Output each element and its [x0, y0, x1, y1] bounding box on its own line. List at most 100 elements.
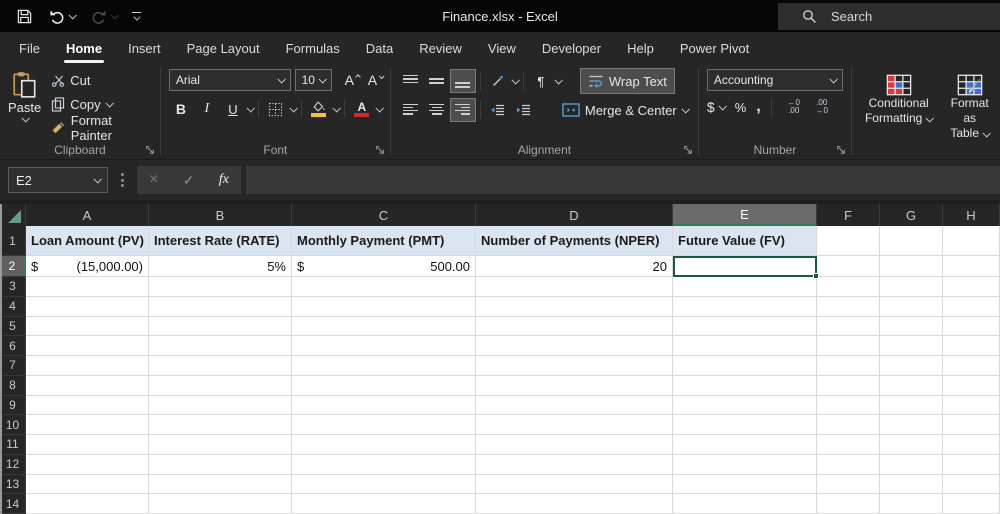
column-header-H[interactable]: H	[943, 204, 1000, 226]
tab-formulas[interactable]: Formulas	[273, 32, 353, 64]
cell-D12[interactable]	[476, 455, 673, 475]
orientation-button[interactable]	[486, 70, 510, 92]
cell-B10[interactable]	[149, 415, 292, 435]
tab-help[interactable]: Help	[614, 32, 667, 64]
cell-G5[interactable]	[880, 317, 943, 337]
tab-home[interactable]: Home	[53, 32, 115, 64]
orientation-dropdown-icon[interactable]	[511, 76, 519, 84]
cell-C1[interactable]: Monthly Payment (PMT)	[292, 226, 476, 256]
cell-D9[interactable]	[476, 396, 673, 416]
decrease-font-size-button[interactable]: A	[361, 72, 384, 88]
cell-E3[interactable]	[673, 277, 817, 297]
merge-center-button[interactable]: Merge & Center	[562, 103, 688, 118]
cell-C2[interactable]: $500.00	[292, 256, 476, 277]
cell-B11[interactable]	[149, 435, 292, 455]
cell-C3[interactable]	[292, 277, 476, 297]
decrease-indent-button[interactable]	[486, 99, 510, 121]
cell-E7[interactable]	[673, 356, 817, 376]
cell-D7[interactable]	[476, 356, 673, 376]
cell-C10[interactable]	[292, 415, 476, 435]
text-direction-button[interactable]: ¶	[529, 70, 553, 92]
cell-G3[interactable]	[880, 277, 943, 297]
cell-G7[interactable]	[880, 356, 943, 376]
align-left-button[interactable]	[399, 99, 423, 121]
formula-input[interactable]	[246, 166, 1000, 194]
column-header-A[interactable]: A	[26, 204, 149, 226]
increase-indent-button[interactable]	[512, 99, 536, 121]
cell-G2[interactable]	[880, 256, 943, 277]
tab-power-pivot[interactable]: Power Pivot	[667, 32, 762, 64]
row-header-11[interactable]: 11	[0, 435, 26, 455]
cell-C11[interactable]	[292, 435, 476, 455]
tab-data[interactable]: Data	[353, 32, 406, 64]
decrease-decimal-button[interactable]: .00 →0	[810, 99, 834, 115]
row-header-10[interactable]: 10	[0, 415, 26, 435]
cell-B7[interactable]	[149, 356, 292, 376]
cell-E12[interactable]	[673, 455, 817, 475]
cell-F7[interactable]	[817, 356, 880, 376]
tab-view[interactable]: View	[475, 32, 529, 64]
cell-A2[interactable]: $(15,000.00)	[26, 256, 149, 277]
cell-F4[interactable]	[817, 297, 880, 317]
cell-F10[interactable]	[817, 415, 880, 435]
cell-H1[interactable]	[943, 226, 1000, 256]
cell-C5[interactable]	[292, 317, 476, 337]
copy-button[interactable]: Copy	[51, 93, 154, 115]
cell-A7[interactable]	[26, 356, 149, 376]
cell-F1[interactable]	[817, 226, 880, 256]
cell-A9[interactable]	[26, 396, 149, 416]
cell-A1[interactable]: Loan Amount (PV)	[26, 226, 149, 256]
cell-A8[interactable]	[26, 376, 149, 396]
cell-E1[interactable]: Future Value (FV)	[673, 226, 817, 256]
merge-center-dropdown-icon[interactable]	[681, 105, 689, 113]
cell-D10[interactable]	[476, 415, 673, 435]
italic-button[interactable]: I	[195, 98, 219, 120]
cell-H11[interactable]	[943, 435, 1000, 455]
format-painter-button[interactable]: Format Painter	[51, 117, 154, 139]
cell-F2[interactable]	[817, 256, 880, 277]
cell-C12[interactable]	[292, 455, 476, 475]
align-bottom-button[interactable]	[451, 70, 475, 92]
cell-D6[interactable]	[476, 336, 673, 356]
cell-D11[interactable]	[476, 435, 673, 455]
cell-H2[interactable]	[943, 256, 1000, 277]
align-top-button[interactable]	[399, 70, 423, 92]
cell-B6[interactable]	[149, 336, 292, 356]
cell-H14[interactable]	[943, 494, 1000, 514]
copy-dropdown-icon[interactable]	[105, 99, 113, 107]
cell-C7[interactable]	[292, 356, 476, 376]
cell-H9[interactable]	[943, 396, 1000, 416]
tab-file[interactable]: File	[6, 32, 53, 64]
row-header-3[interactable]: 3	[0, 277, 26, 297]
cell-B2[interactable]: 5%	[149, 256, 292, 277]
column-header-E[interactable]: E	[673, 204, 817, 226]
align-center-button[interactable]	[425, 99, 449, 121]
cell-E4[interactable]	[673, 297, 817, 317]
cell-B9[interactable]	[149, 396, 292, 416]
cell-A13[interactable]	[26, 475, 149, 495]
borders-dropdown-icon[interactable]	[289, 104, 297, 112]
cell-G4[interactable]	[880, 297, 943, 317]
cell-F9[interactable]	[817, 396, 880, 416]
cell-F5[interactable]	[817, 317, 880, 337]
cell-E6[interactable]	[673, 336, 817, 356]
row-header-13[interactable]: 13	[0, 475, 26, 495]
column-header-G[interactable]: G	[880, 204, 943, 226]
cell-F12[interactable]	[817, 455, 880, 475]
formula-bar-splitter[interactable]	[121, 173, 124, 187]
cell-G13[interactable]	[880, 475, 943, 495]
increase-font-size-button[interactable]: A	[338, 72, 361, 88]
cell-B12[interactable]	[149, 455, 292, 475]
cell-H4[interactable]	[943, 297, 1000, 317]
cell-C4[interactable]	[292, 297, 476, 317]
tab-developer[interactable]: Developer	[529, 32, 614, 64]
cell-G10[interactable]	[880, 415, 943, 435]
align-right-button[interactable]	[451, 99, 475, 121]
accounting-format-button[interactable]: $	[707, 99, 715, 115]
cell-G6[interactable]	[880, 336, 943, 356]
cell-F6[interactable]	[817, 336, 880, 356]
row-header-1[interactable]: 1	[0, 226, 26, 256]
cell-B1[interactable]: Interest Rate (RATE)	[149, 226, 292, 256]
cell-D5[interactable]	[476, 317, 673, 337]
cell-C8[interactable]	[292, 376, 476, 396]
